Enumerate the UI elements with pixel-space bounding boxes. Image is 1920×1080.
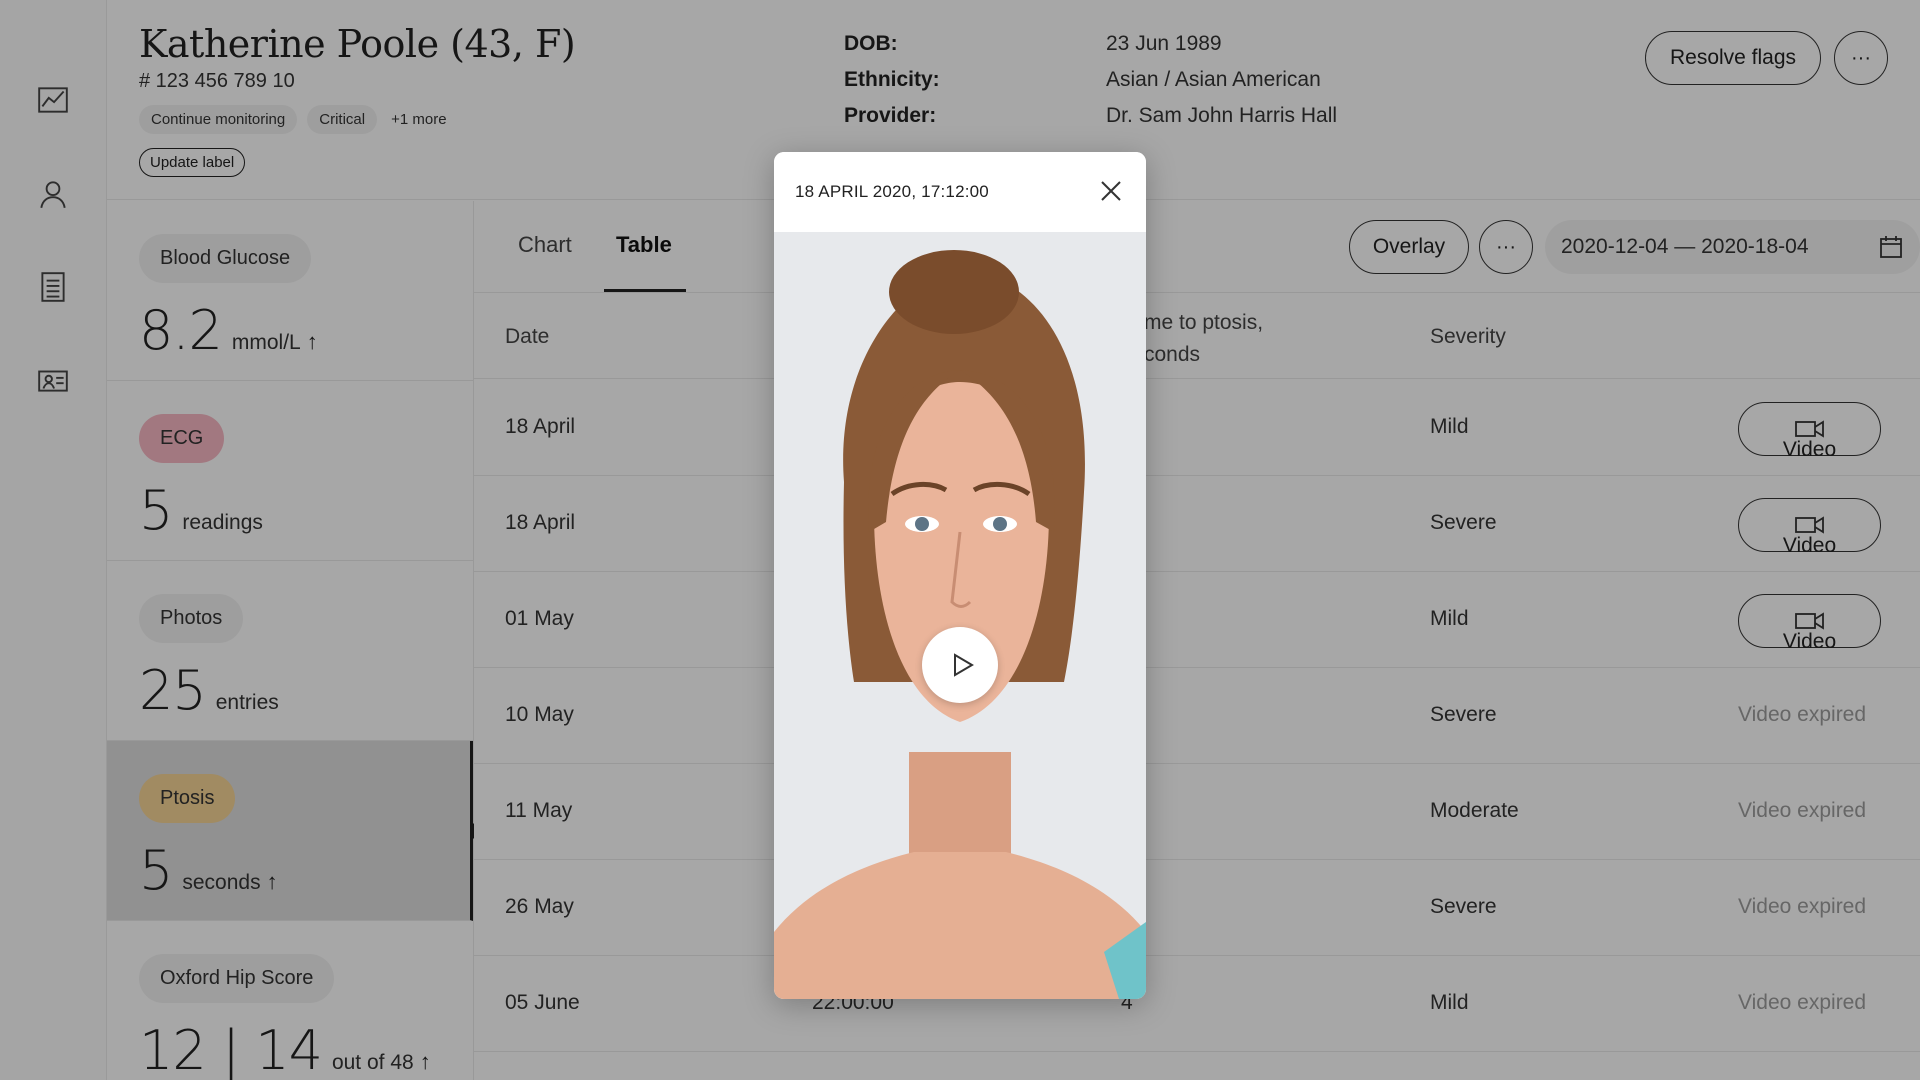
play-button[interactable] bbox=[922, 627, 998, 703]
close-icon[interactable] bbox=[1096, 176, 1126, 206]
play-icon bbox=[954, 653, 974, 677]
video-still-image bbox=[774, 232, 1146, 999]
modal-header: 18 APRIL 2020, 17:12:00 bbox=[774, 152, 1146, 232]
video-modal: 18 APRIL 2020, 17:12:00 bbox=[774, 152, 1146, 999]
modal-title: 18 APRIL 2020, 17:12:00 bbox=[795, 182, 989, 201]
video-player[interactable] bbox=[774, 232, 1146, 999]
